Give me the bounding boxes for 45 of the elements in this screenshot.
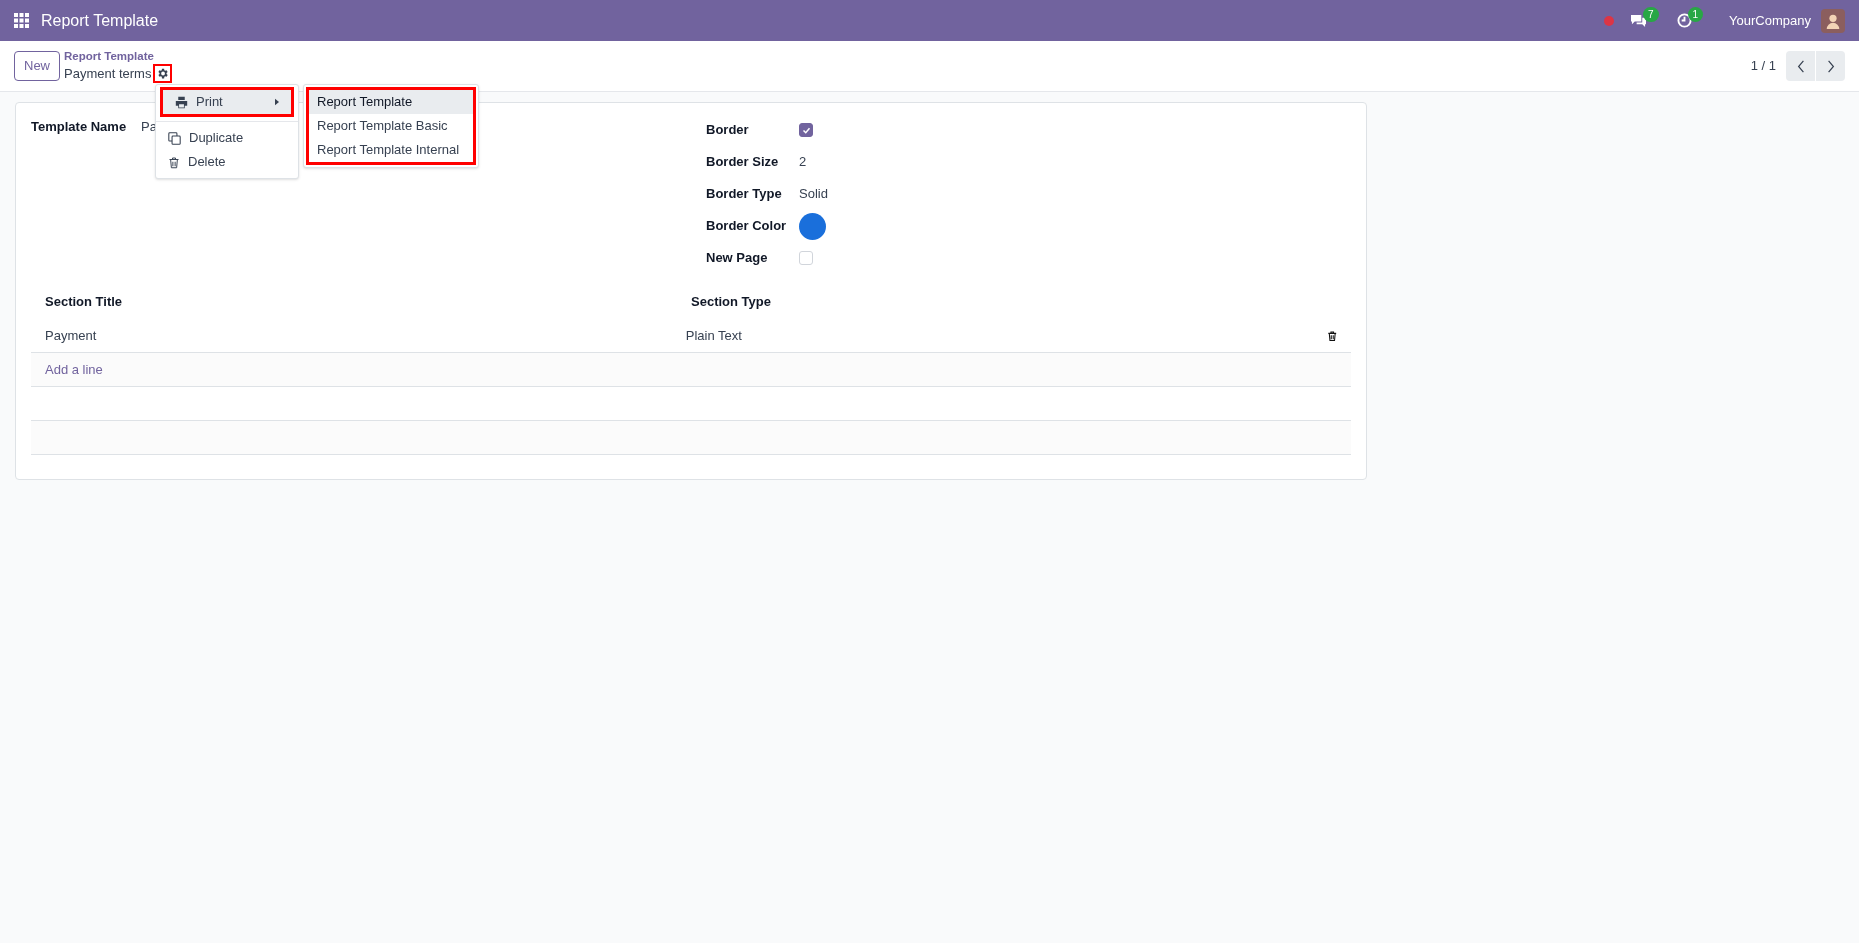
checkbox[interactable] <box>799 123 813 137</box>
menu-item[interactable]: Duplicate <box>156 126 298 150</box>
previous-button[interactable] <box>1786 51 1815 81</box>
checkmark-icon <box>801 125 811 135</box>
submenu-item[interactable]: Report Template <box>309 90 473 114</box>
new-button[interactable]: New <box>14 51 60 81</box>
clock-icon[interactable] <box>1676 13 1692 28</box>
notification-badge: 1 <box>1687 7 1704 22</box>
field-label: Border Type <box>706 185 783 204</box>
menu-item[interactable]: Print <box>160 87 294 117</box>
chevron-left-icon <box>1796 59 1805 73</box>
column-header: Section Title <box>45 293 124 312</box>
menu-item[interactable]: Delete <box>156 150 298 174</box>
table-cell-text: Payment <box>45 326 98 345</box>
field-label: Template Name <box>31 118 128 137</box>
company-name[interactable]: YourCompany <box>1729 10 1811 31</box>
field-label: New Page <box>706 249 769 268</box>
breadcrumb-link[interactable]: Report Template <box>64 49 173 64</box>
table-cell-text: Plain Text <box>685 326 743 345</box>
trash-icon[interactable] <box>1326 329 1337 342</box>
chevron-right-icon <box>1826 59 1835 73</box>
submenu-item[interactable]: Report Template Basic <box>309 114 473 138</box>
field-value: 2 <box>799 153 807 172</box>
trash-icon <box>168 155 180 169</box>
pager-counter: 1 / 1 <box>1750 57 1776 76</box>
field-value: Solid <box>799 185 828 204</box>
avatar[interactable] <box>1821 8 1845 33</box>
field-label: Border Color <box>706 217 788 236</box>
add-line-link[interactable]: Add a line <box>45 359 103 380</box>
color-swatch[interactable] <box>799 212 826 240</box>
caret-icon <box>275 98 279 106</box>
notification-badge: 7 <box>1642 7 1659 22</box>
app-title: Report Template <box>41 10 159 31</box>
field-label: Border Size <box>706 153 780 172</box>
gear-icon <box>156 67 170 80</box>
printer-icon <box>175 95 188 109</box>
field-label: Border <box>706 121 750 140</box>
record-title: Payment terms <box>64 66 152 81</box>
submenu-item[interactable]: Report Template Internal <box>309 138 473 162</box>
app-grid-icon[interactable] <box>14 13 29 28</box>
column-header: Section Type <box>691 293 772 312</box>
settings-button[interactable] <box>153 64 173 83</box>
chat-icon[interactable] <box>1629 13 1647 28</box>
next-button[interactable] <box>1816 51 1845 81</box>
copy-icon <box>168 131 181 145</box>
